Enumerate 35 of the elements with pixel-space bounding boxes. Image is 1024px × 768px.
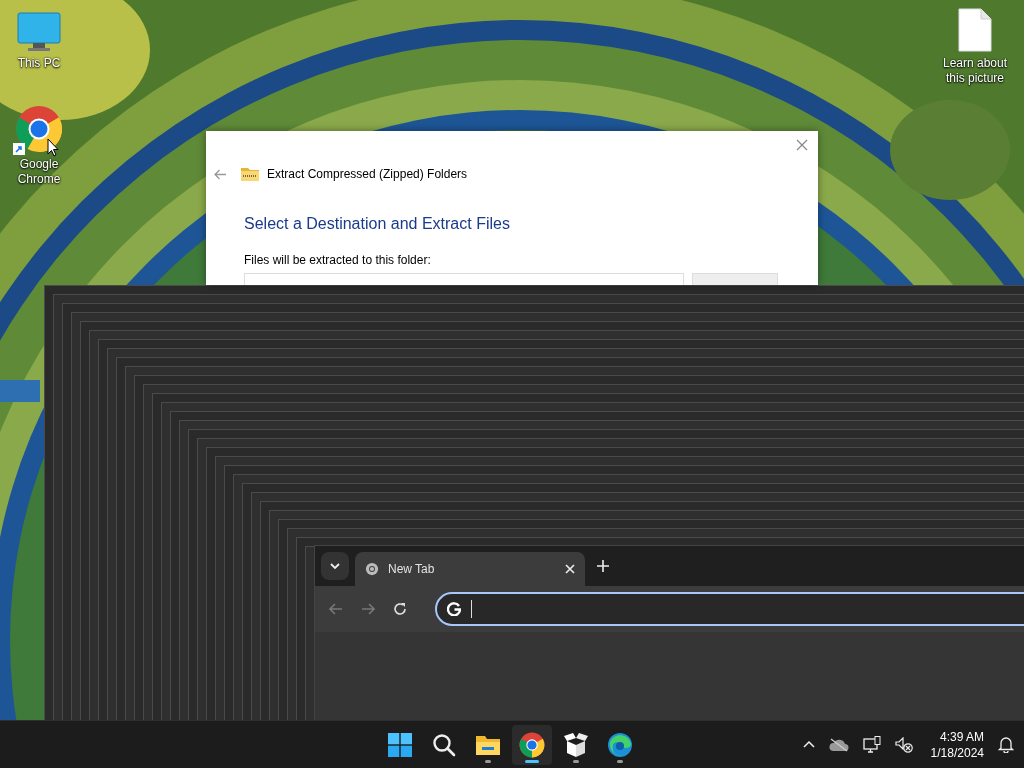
folder-icon[interactable]: [475, 733, 501, 756]
dialog-heading: Select a Destination and Extract Files: [244, 215, 511, 233]
dialog-title: Extract Compressed (Zipped) Folders: [267, 167, 468, 181]
forward-arrow-icon[interactable]: [361, 603, 375, 615]
desktop-icon-label[interactable]: Google Chrome: [1, 157, 77, 187]
cloud-icon[interactable]: [828, 737, 849, 752]
chrome-icon: [15, 105, 63, 153]
zipped-folder-icon: [241, 167, 259, 181]
address-bar[interactable]: [435, 592, 1024, 626]
clock-time[interactable]: 4:39 AM: [939, 728, 984, 745]
browser-tab[interactable]: New Tab: [355, 552, 585, 586]
chevron-down-icon: [330, 563, 340, 569]
reload-icon[interactable]: [393, 602, 407, 616]
back-arrow-icon[interactable]: [329, 603, 343, 615]
tab-search-button[interactable]: [321, 552, 349, 580]
network-monitor-icon[interactable]: [862, 736, 881, 753]
monitor-icon: [17, 12, 61, 52]
box-icon[interactable]: [563, 731, 589, 758]
google-g-icon: [447, 602, 461, 616]
chevron-up-icon[interactable]: [802, 741, 815, 748]
back-arrow-icon[interactable]: [214, 168, 227, 180]
chrome-icon[interactable]: [519, 731, 545, 758]
windows-logo-icon[interactable]: [388, 732, 412, 757]
file-icon: [957, 8, 993, 52]
search-icon[interactable]: [432, 732, 456, 757]
chrome-logo-icon: [365, 562, 379, 576]
edge-icon[interactable]: [607, 731, 633, 758]
bell-icon[interactable]: [998, 736, 1014, 753]
field-label: Files will be extracted to this folder:: [244, 253, 432, 267]
new-tab-icon[interactable]: [597, 560, 609, 572]
muted-speaker-icon[interactable]: [894, 736, 913, 753]
desktop-icon-label[interactable]: Learn about this picture: [937, 56, 1013, 86]
mouse-pointer-icon: [47, 138, 59, 157]
clock-date[interactable]: 1/18/2024: [930, 744, 984, 761]
shortcut-arrow-icon: [13, 143, 25, 155]
